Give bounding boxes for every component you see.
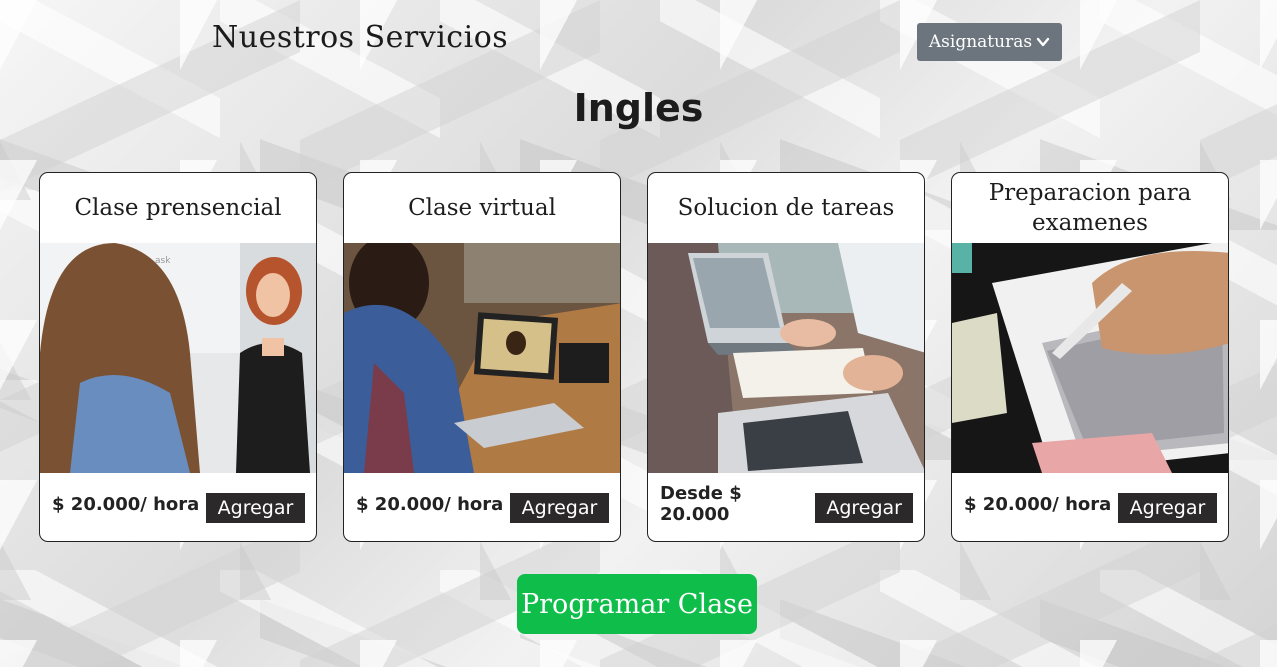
service-card: Clase virtual $ 20.000/ hora Agregar xyxy=(343,172,621,542)
subjects-dropdown-button[interactable]: Asignaturas xyxy=(917,23,1062,61)
laptop-notes-photo xyxy=(648,243,924,473)
chevron-down-icon xyxy=(1036,37,1050,47)
schedule-class-button[interactable]: Programar Clase xyxy=(517,574,757,634)
add-button[interactable]: Agregar xyxy=(815,493,913,523)
add-button[interactable]: Agregar xyxy=(1118,493,1217,523)
exam-answer-sheet-photo xyxy=(952,243,1228,473)
service-card: Solucion de tareas Desde $ 20.000 Agrega… xyxy=(647,172,925,542)
card-title: Solucion de tareas xyxy=(677,195,895,221)
svg-text:ask: ask xyxy=(155,256,171,266)
card-footer: $ 20.000/ hora Agregar xyxy=(952,473,1228,541)
service-card: Clase prensencial ask FE $ 20.000/ hora … xyxy=(39,172,317,542)
dropdown-label: Asignaturas xyxy=(928,32,1033,52)
card-footer: $ 20.000/ hora Agregar xyxy=(40,473,316,541)
subject-heading: Ingles xyxy=(573,86,704,130)
card-title: Preparacion para examenes xyxy=(988,180,1192,236)
video-call-laptop-photo xyxy=(344,243,620,473)
service-card: Preparacion para examenes $ 20.000/ hora… xyxy=(951,172,1229,542)
add-button[interactable]: Agregar xyxy=(510,493,609,523)
page-title: Nuestros Servicios xyxy=(212,20,509,55)
price-label: $ 20.000/ hora xyxy=(964,493,1112,515)
price-label: Desde $ 20.000 xyxy=(660,483,742,525)
card-title: Clase prensencial xyxy=(74,195,282,221)
service-cards: Clase prensencial ask FE $ 20.000/ hora … xyxy=(39,172,1229,542)
add-button[interactable]: Agregar xyxy=(206,493,305,523)
card-title: Clase virtual xyxy=(408,195,556,221)
price-label: $ 20.000/ hora xyxy=(356,493,504,515)
card-footer: Desde $ 20.000 Agregar xyxy=(648,473,924,541)
card-footer: $ 20.000/ hora Agregar xyxy=(344,473,620,541)
teacher-whiteboard-photo: ask FE xyxy=(40,243,316,473)
price-label: $ 20.000/ hora xyxy=(52,493,200,515)
